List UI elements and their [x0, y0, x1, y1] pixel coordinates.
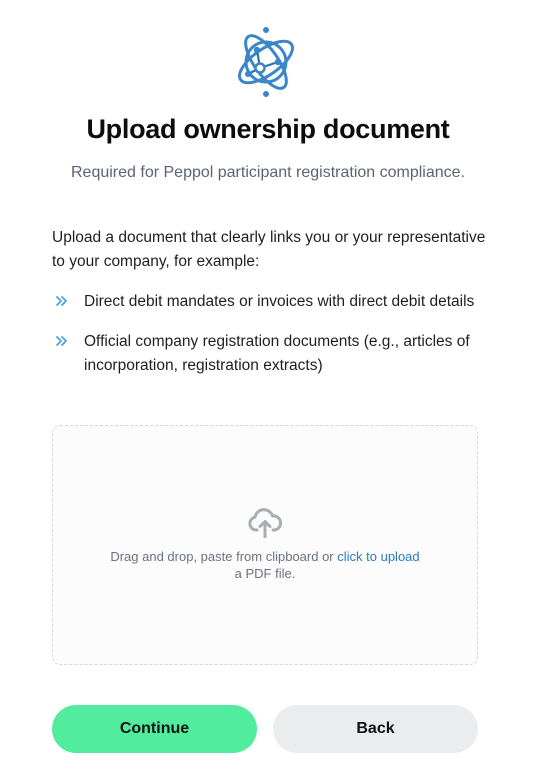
- list-item-text: Official company registration documents …: [84, 333, 470, 374]
- dropzone-file-type: a PDF file.: [234, 566, 296, 581]
- double-chevron-right-icon: [56, 336, 67, 346]
- dropzone-instructions: Drag and drop, paste from clipboard or c…: [53, 549, 477, 564]
- dropzone-text: Drag and drop, paste from clipboard or: [110, 549, 338, 564]
- page-subtitle: Required for Peppol participant registra…: [71, 164, 465, 181]
- file-dropzone[interactable]: Drag and drop, paste from clipboard or c…: [52, 425, 478, 665]
- back-button[interactable]: Back: [273, 705, 478, 753]
- cloud-upload-icon: [248, 508, 282, 538]
- continue-button[interactable]: Continue: [52, 705, 257, 753]
- list-item: Official company registration documents …: [52, 330, 492, 378]
- click-to-upload-link[interactable]: click to upload: [337, 549, 419, 564]
- list-item-text: Direct debit mandates or invoices with d…: [84, 293, 475, 310]
- double-chevron-right-icon: [56, 296, 67, 306]
- instructions-text: Upload a document that clearly links you…: [52, 229, 486, 270]
- page-title: Upload ownership document: [86, 114, 450, 144]
- network-globe-icon: [238, 27, 294, 97]
- list-item: Direct debit mandates or invoices with d…: [52, 290, 492, 314]
- document-examples-list: Direct debit mandates or invoices with d…: [52, 290, 492, 394]
